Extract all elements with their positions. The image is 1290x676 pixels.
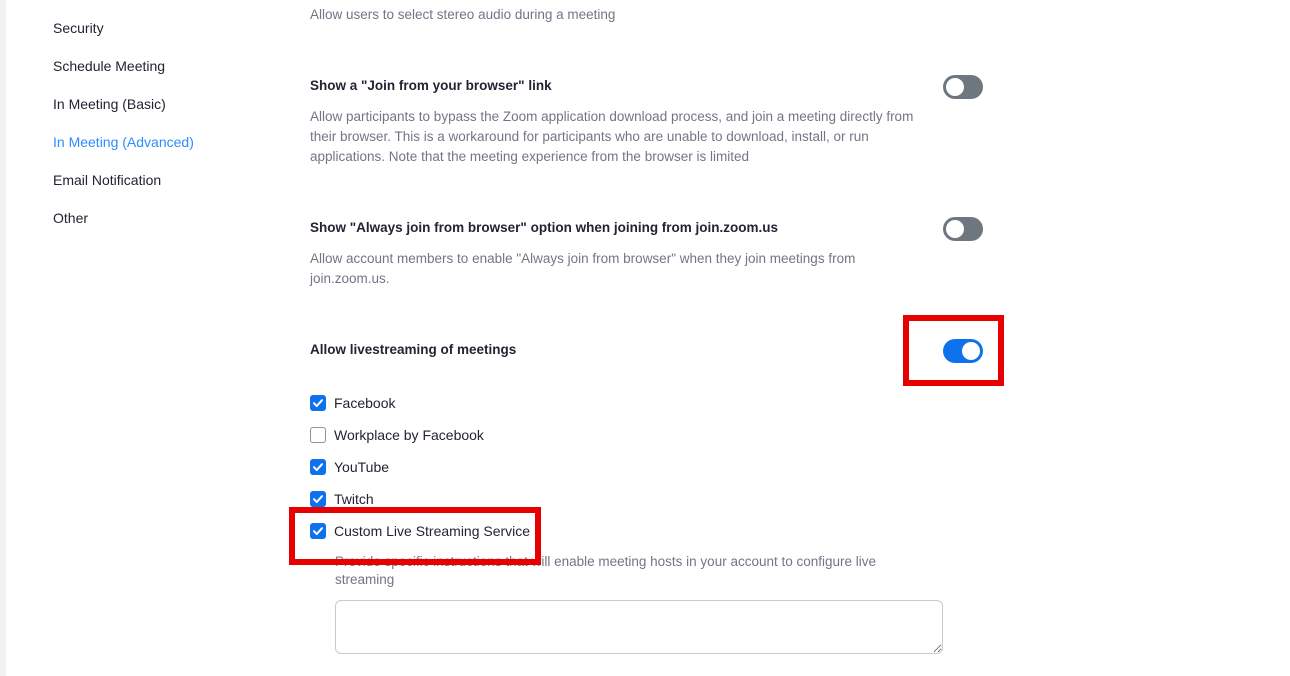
livestream-option-youtube: YouTube bbox=[310, 457, 389, 477]
always-join-description: Allow account members to enable "Always … bbox=[310, 251, 856, 286]
livestream-option-facebook: Facebook bbox=[310, 393, 395, 413]
stereo-audio-description: Allow users to select stereo audio durin… bbox=[310, 7, 616, 22]
sidebar-item-security[interactable]: Security bbox=[53, 20, 104, 36]
join-browser-title: Show a "Join from your browser" link bbox=[310, 78, 552, 93]
sidebar-item-schedule-meeting[interactable]: Schedule Meeting bbox=[53, 58, 165, 74]
twitch-checkbox[interactable] bbox=[310, 491, 326, 507]
livestream-option-custom: Custom Live Streaming Service bbox=[310, 521, 530, 541]
sidebar-item-in-meeting-basic[interactable]: In Meeting (Basic) bbox=[53, 96, 166, 112]
youtube-label: YouTube bbox=[334, 459, 390, 475]
custom-streaming-description: Provide specific instructions that will … bbox=[335, 554, 877, 587]
checkmark-icon bbox=[313, 399, 323, 407]
sidebar-item-email-notification[interactable]: Email Notification bbox=[53, 172, 161, 188]
facebook-label: Facebook bbox=[334, 395, 396, 411]
toggle-knob bbox=[946, 220, 964, 238]
always-join-toggle[interactable] bbox=[943, 217, 983, 241]
toggle-knob bbox=[946, 78, 964, 96]
sidebar-item-other[interactable]: Other bbox=[53, 210, 88, 226]
facebook-checkbox[interactable] bbox=[310, 395, 326, 411]
livestream-option-twitch: Twitch bbox=[310, 489, 374, 509]
custom-streaming-instructions[interactable] bbox=[335, 600, 943, 654]
checkmark-icon bbox=[313, 495, 323, 503]
youtube-checkbox[interactable] bbox=[310, 459, 326, 475]
settings-main: Allow users to select stereo audio durin… bbox=[310, 0, 1010, 676]
workplace-checkbox[interactable] bbox=[310, 427, 326, 443]
custom-streaming-label: Custom Live Streaming Service bbox=[334, 523, 531, 539]
livestream-option-workplace: Workplace by Facebook bbox=[310, 425, 484, 445]
livestream-toggle[interactable] bbox=[943, 339, 983, 363]
sidebar-item-in-meeting-advanced[interactable]: In Meeting (Advanced) bbox=[53, 134, 194, 150]
twitch-label: Twitch bbox=[334, 491, 374, 507]
join-browser-description: Allow participants to bypass the Zoom ap… bbox=[310, 109, 914, 164]
checkmark-icon bbox=[313, 463, 323, 471]
always-join-title: Show "Always join from browser" option w… bbox=[310, 220, 779, 235]
join-browser-toggle[interactable] bbox=[943, 75, 983, 99]
livestream-title: Allow livestreaming of meetings bbox=[310, 342, 517, 357]
checkmark-icon bbox=[313, 527, 323, 535]
workplace-label: Workplace by Facebook bbox=[334, 427, 484, 443]
toggle-knob bbox=[962, 342, 980, 360]
custom-streaming-checkbox[interactable] bbox=[310, 523, 326, 539]
left-edge bbox=[0, 0, 6, 676]
